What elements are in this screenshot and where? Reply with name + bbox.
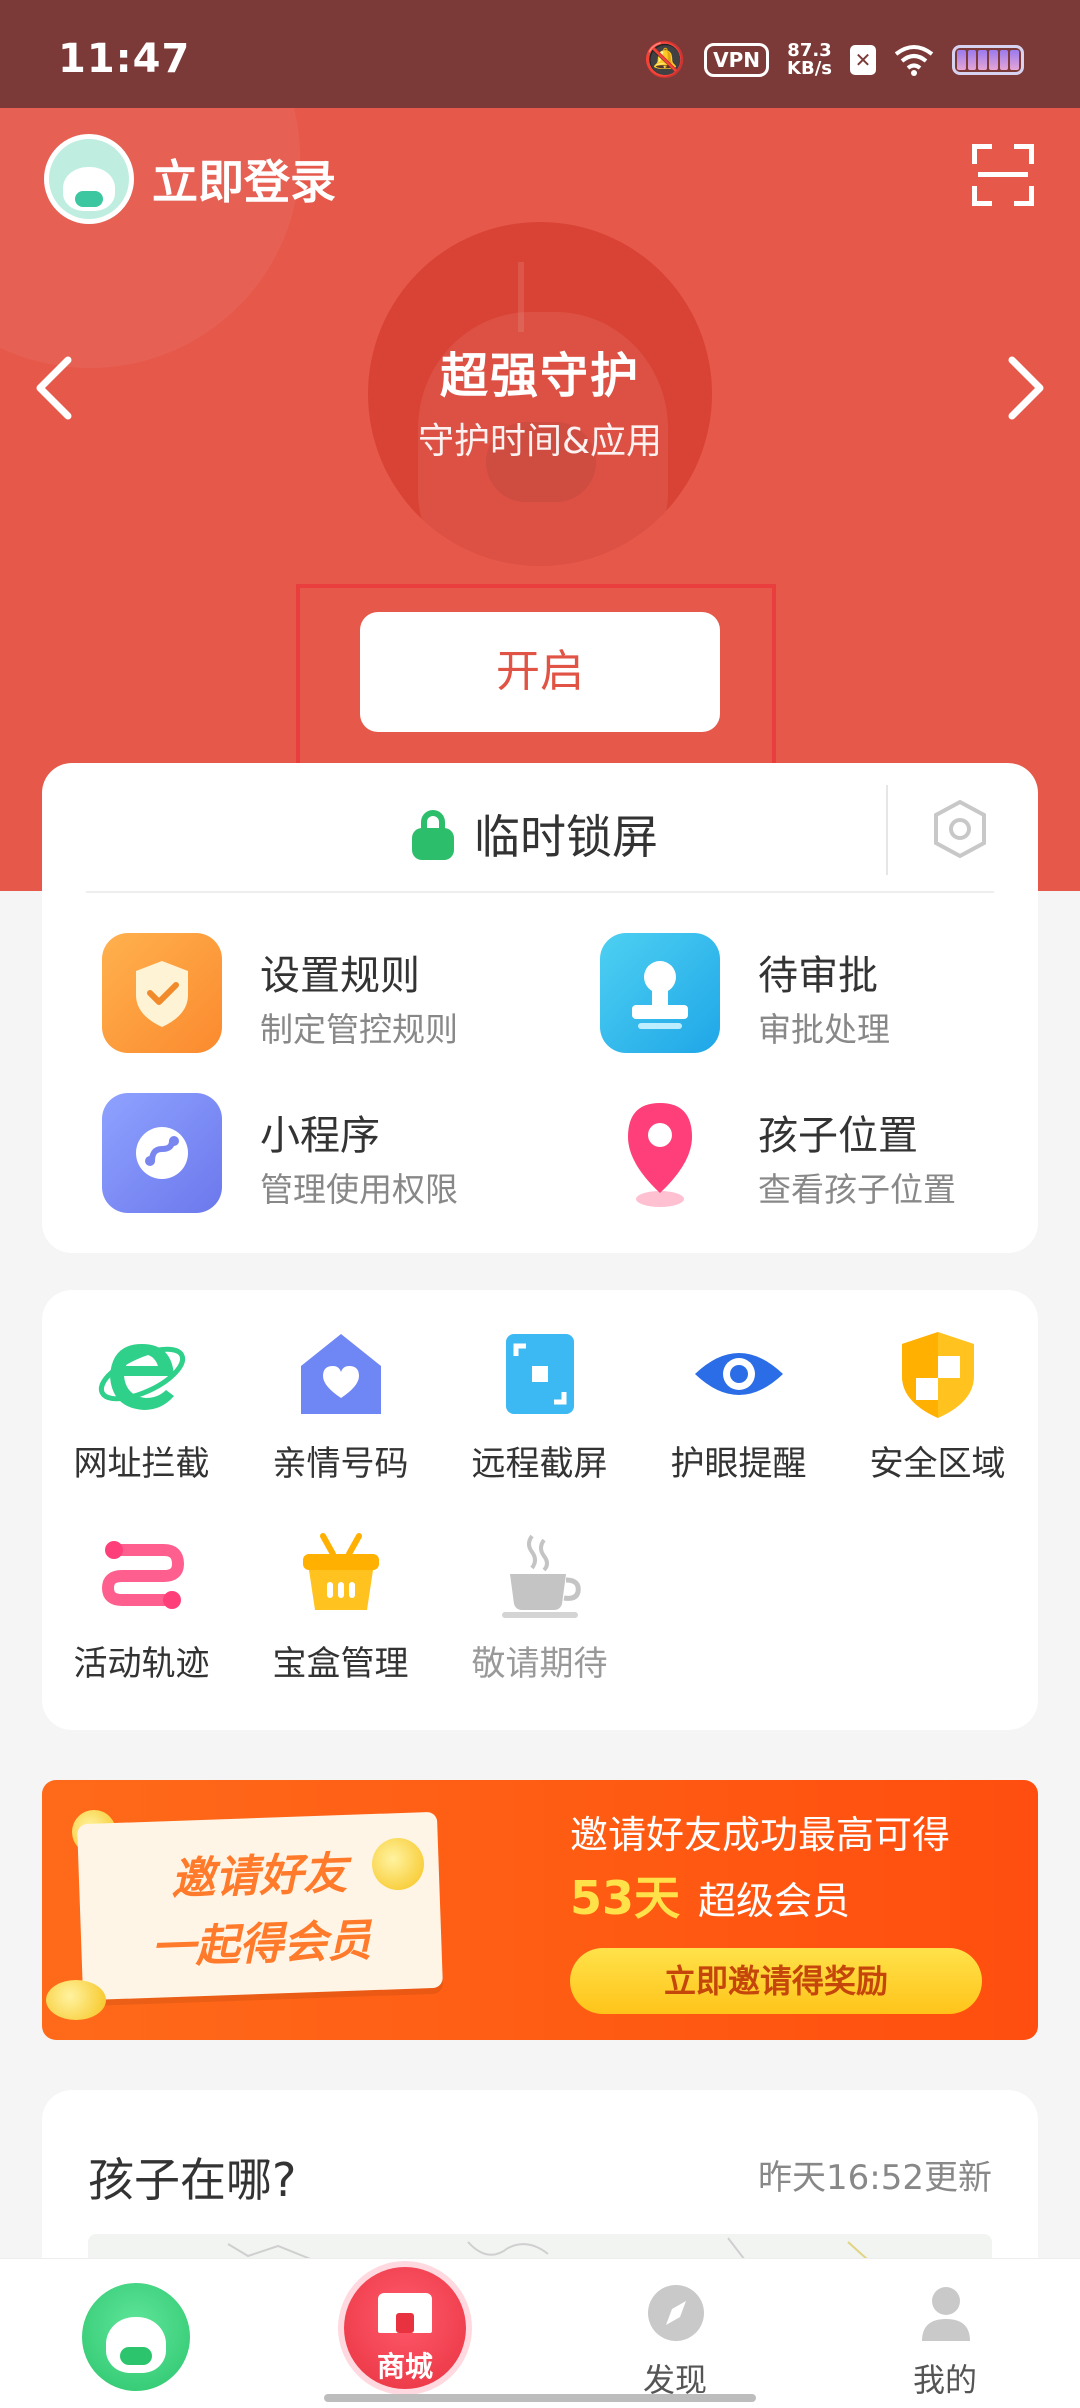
nav-home[interactable] [0, 2259, 270, 2408]
tool-treasure-box[interactable]: 宝盒管理 [241, 1490, 440, 1684]
location-updated: 昨天16:52更新 [758, 2158, 992, 2198]
tool-eye-care[interactable]: 护眼提醒 [639, 1290, 838, 1484]
coin-icon [46, 1980, 106, 2020]
nav-mine[interactable]: 我的 [810, 2259, 1080, 2408]
feature-title: 待审批 [758, 953, 878, 999]
scan-icon[interactable] [972, 144, 1034, 206]
invite-reward: 53天 超级会员 [570, 1862, 850, 1928]
notification-x-icon: ✕ [850, 45, 876, 75]
tool-safe-zone[interactable]: 安全区域 [838, 1290, 1037, 1484]
tool-label: 远程截屏 [471, 1444, 608, 1484]
lock-icon [412, 810, 454, 860]
nav-discover[interactable]: 发现 [540, 2259, 810, 2408]
vpn-badge: VPN [704, 43, 770, 77]
invite-button[interactable]: 立即邀请得奖励 [570, 1948, 982, 2014]
avatar[interactable] [44, 134, 134, 224]
home-heart-icon [300, 1334, 381, 1414]
nav-mine-label: 我的 [912, 2361, 977, 2399]
coin-icon [372, 1838, 424, 1890]
invite-sign-line2: 一起得会员 [150, 1915, 373, 1974]
feature-child-location[interactable]: 孩子位置 查看孩子位置 [600, 1093, 1040, 1217]
tools-card: 网址拦截 亲情号码 远程截屏 护眼提醒 安全区域 活动轨迹 宝盒管理 敬请期待 [42, 1290, 1038, 1730]
feature-title: 设置规则 [260, 953, 420, 999]
login-label[interactable]: 立即登录 [152, 146, 336, 212]
feature-title: 孩子位置 [758, 1113, 918, 1159]
bottom-nav: 商城 发现 我的 [0, 2258, 1080, 2408]
shield-check-icon [102, 933, 222, 1053]
status-time: 11:47 [58, 36, 191, 82]
compass-icon [648, 2285, 704, 2341]
temp-lock-row[interactable]: 临时锁屏 [42, 763, 1038, 893]
tool-activity-track[interactable]: 活动轨迹 [42, 1490, 241, 1684]
tool-label: 护眼提醒 [670, 1444, 807, 1484]
basket-icon [302, 1533, 379, 1610]
wifi-icon [894, 45, 934, 76]
login-entry[interactable]: 立即登录 [44, 134, 336, 224]
user-icon [922, 2287, 970, 2341]
nav-shop[interactable]: 商城 [270, 2259, 540, 2408]
network-speed-unit: KB/s [787, 58, 832, 79]
mode-title: 超强守护 [439, 348, 640, 404]
tool-family-numbers[interactable]: 亲情号码 [241, 1290, 440, 1484]
tool-coming-soon: 敬请期待 [440, 1490, 639, 1684]
tool-label: 网址拦截 [73, 1444, 210, 1484]
coffee-cup-icon [501, 1534, 581, 1618]
tool-label: 敬请期待 [471, 1644, 608, 1684]
feature-subtitle: 管理使用权限 [260, 1170, 458, 1209]
invite-days: 53天 [570, 1871, 681, 1925]
divider [886, 785, 888, 875]
tool-label: 亲情号码 [272, 1444, 409, 1484]
mute-icon: 🔕 [643, 40, 687, 80]
tool-label: 宝盒管理 [272, 1644, 409, 1684]
feature-subtitle: 制定管控规则 [260, 1010, 458, 1049]
feature-title: 小程序 [260, 1113, 380, 1159]
eye-icon [694, 1353, 783, 1395]
mini-program-icon [102, 1093, 222, 1213]
temp-lock-button[interactable]: 临时锁屏 [412, 801, 658, 867]
feature-subtitle: 查看孩子位置 [758, 1170, 956, 1209]
location-pin-icon [600, 1093, 720, 1213]
status-icons: 🔕 VPN 87.3 KB/s ✕ [644, 40, 1024, 80]
tool-url-block[interactable]: 网址拦截 [42, 1290, 241, 1484]
temp-lock-label: 临时锁屏 [474, 810, 658, 864]
feature-pending-approval[interactable]: 待审批 审批处理 [600, 933, 1040, 1057]
control-card: 临时锁屏 设置规则 制定管控规则 待审批 审批处理 小程序 管理使用权限 孩子位… [42, 763, 1038, 1253]
store-icon: 商城 [344, 2267, 466, 2389]
stamp-icon [600, 933, 720, 1053]
feature-set-rules[interactable]: 设置规则 制定管控规则 [102, 933, 542, 1057]
screenshot-icon [505, 1334, 574, 1414]
home-indicator[interactable] [324, 2394, 756, 2402]
battery-icon [952, 45, 1024, 75]
nav-shop-label: 商城 [376, 2350, 433, 2383]
tool-remote-screenshot[interactable]: 远程截屏 [440, 1290, 639, 1484]
route-icon [101, 1541, 184, 1609]
tool-label: 活动轨迹 [73, 1644, 210, 1684]
invite-member: 超级会员 [698, 1879, 851, 1923]
status-bar: 11:47 🔕 VPN 87.3 KB/s ✕ [0, 0, 1080, 108]
mascot-home-icon [82, 2283, 190, 2391]
tool-label: 安全区域 [869, 1444, 1006, 1484]
feature-mini-program[interactable]: 小程序 管理使用权限 [102, 1093, 542, 1217]
shield-icon [901, 1332, 974, 1418]
network-speed: 87.3 KB/s [787, 42, 832, 78]
invite-banner[interactable]: 邀请好友 一起得会员 邀请好友成功最高可得 53天 超级会员 立即邀请得奖励 [42, 1780, 1038, 2040]
feature-subtitle: 审批处理 [758, 1010, 890, 1049]
location-title: 孩子在哪? [88, 2153, 297, 2207]
browser-e-icon [98, 1344, 185, 1410]
hexagon-settings-icon[interactable] [930, 799, 990, 859]
divider [86, 891, 994, 893]
open-button[interactable]: 开启 [360, 612, 720, 732]
mode-subtitle: 守护时间&应用 [417, 421, 663, 462]
invite-headline: 邀请好友成功最高可得 [570, 1813, 951, 1857]
